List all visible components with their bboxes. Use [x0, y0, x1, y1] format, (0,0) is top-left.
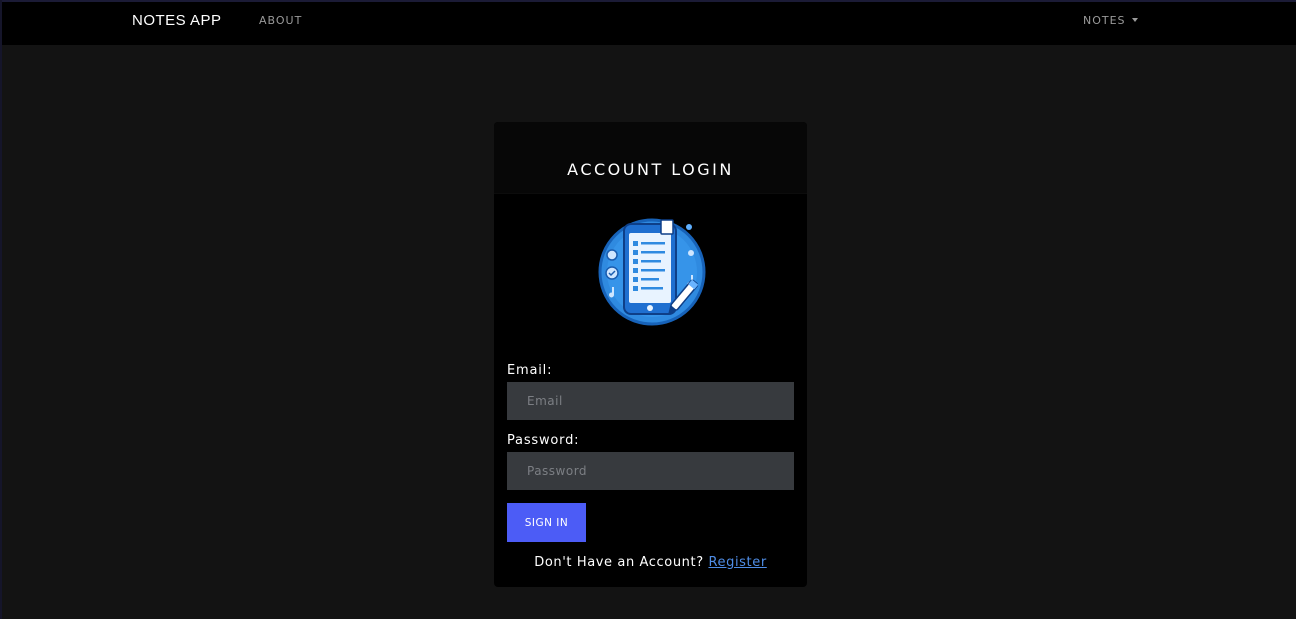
navbar: NOTES APP ABOUT NOTES — [2, 2, 1296, 45]
register-link[interactable]: Register — [708, 555, 766, 570]
notes-phone-logo-icon — [598, 218, 706, 326]
login-card: ACCOUNT LOGIN Email: Password: — [494, 122, 807, 587]
nav-dropdown-notes[interactable]: NOTES — [1083, 14, 1138, 27]
caret-down-icon — [1131, 18, 1138, 22]
email-input[interactable] — [507, 382, 794, 420]
password-input[interactable] — [507, 452, 794, 490]
card-header: ACCOUNT LOGIN — [494, 122, 807, 194]
navbar-brand[interactable]: NOTES APP — [132, 12, 222, 29]
email-label: Email: — [507, 363, 553, 378]
nav-notes-label: NOTES — [1083, 14, 1126, 27]
window-left-border — [0, 0, 2, 619]
nav-link-about[interactable]: ABOUT — [259, 14, 302, 27]
sign-in-button[interactable]: SIGN IN — [507, 503, 586, 542]
password-label: Password: — [507, 433, 580, 448]
register-prompt: Don't Have an Account? Register — [494, 555, 807, 570]
register-prompt-text: Don't Have an Account? — [534, 555, 704, 570]
card-title: ACCOUNT LOGIN — [567, 160, 734, 179]
